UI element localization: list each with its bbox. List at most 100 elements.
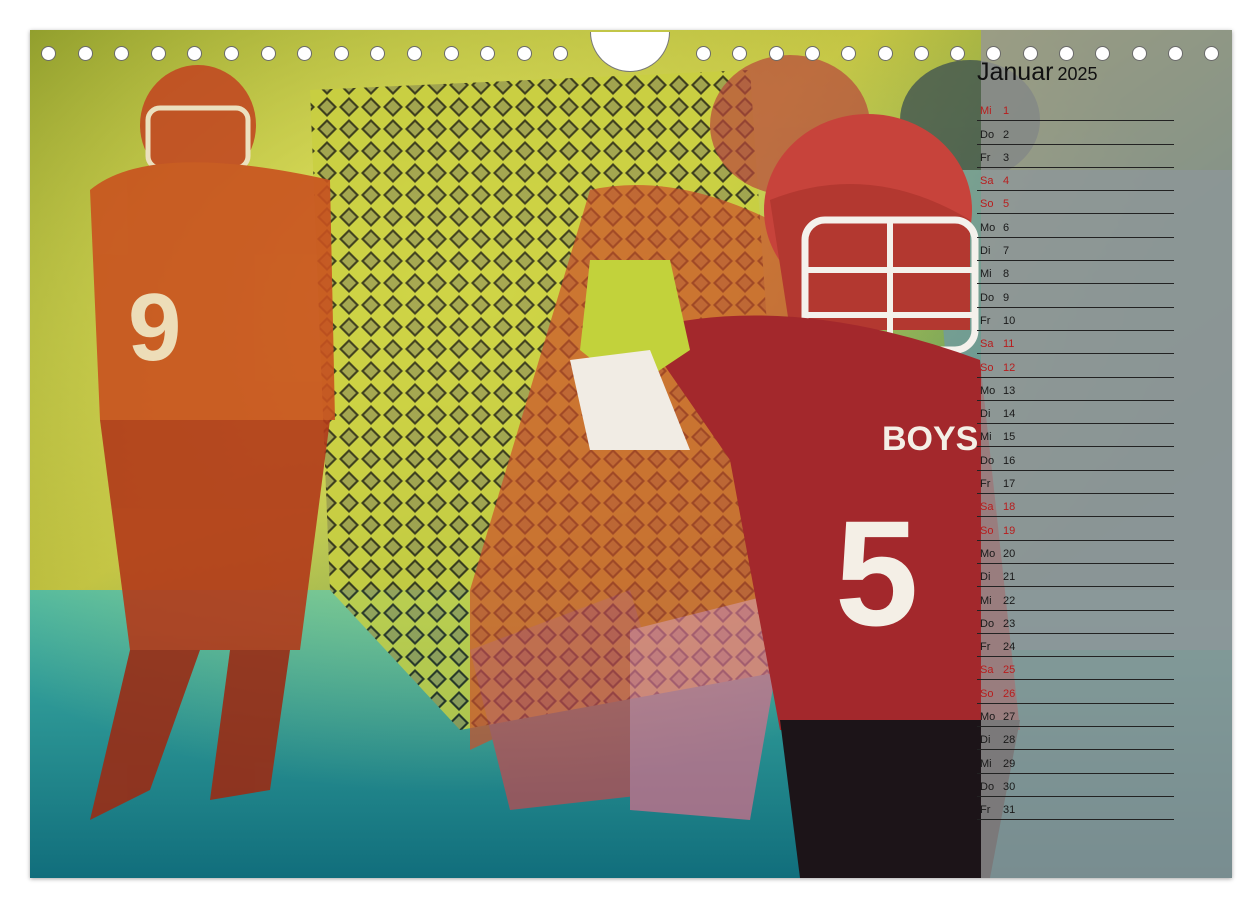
day-of-week: Fr bbox=[980, 314, 991, 327]
day-row: Do 23 bbox=[977, 611, 1174, 634]
day-number: 12 bbox=[1003, 361, 1016, 374]
day-row: Sa 4 bbox=[977, 168, 1174, 192]
day-row: Di 28 bbox=[977, 727, 1174, 751]
day-number: 20 bbox=[1003, 547, 1016, 560]
day-row: Mi 1 bbox=[977, 98, 1174, 122]
day-row: So 12 bbox=[977, 354, 1174, 378]
day-of-week: Mo bbox=[980, 384, 996, 397]
month-name: Januar bbox=[977, 58, 1054, 86]
day-of-week: So bbox=[980, 361, 994, 374]
day-row: Fr 31 bbox=[977, 797, 1174, 821]
day-number: 11 bbox=[1003, 338, 1015, 351]
day-number: 19 bbox=[1003, 524, 1016, 537]
day-number: 28 bbox=[1003, 734, 1016, 747]
day-number: 7 bbox=[1003, 245, 1010, 258]
month-year: 2025 bbox=[1057, 64, 1098, 84]
day-row: Sa 25 bbox=[977, 657, 1174, 681]
day-number: 31 bbox=[1003, 804, 1016, 817]
day-row: Fr 10 bbox=[977, 308, 1174, 331]
day-row: So 26 bbox=[977, 680, 1174, 704]
day-row: Mi 22 bbox=[977, 587, 1174, 611]
day-number: 17 bbox=[1003, 478, 1016, 491]
day-list: Mi 1 Do 2 Fr 3 Sa 4 So 5 Mo 6 Di 7 Mi 8 Do 9 Fr 10 Sa 11 So 12 M… bbox=[977, 98, 1174, 821]
day-number: 25 bbox=[1003, 664, 1016, 677]
day-row: Mo 27 bbox=[977, 704, 1174, 728]
day-of-week: So bbox=[980, 198, 994, 211]
day-row: Fr 24 bbox=[977, 634, 1174, 658]
day-number: 5 bbox=[1003, 198, 1010, 211]
day-number: 30 bbox=[1003, 780, 1016, 793]
day-row: Mi 29 bbox=[977, 750, 1174, 774]
day-number: 21 bbox=[1003, 571, 1016, 584]
day-of-week: Di bbox=[980, 408, 991, 421]
day-row: Mo 6 bbox=[977, 214, 1174, 238]
day-of-week: Sa bbox=[980, 664, 994, 677]
day-of-week: Mi bbox=[980, 105, 992, 118]
day-row: Do 9 bbox=[977, 284, 1174, 308]
svg-text:BOYS: BOYS bbox=[882, 420, 978, 458]
day-row: Do 30 bbox=[977, 774, 1174, 797]
day-row: Fr 17 bbox=[977, 471, 1174, 495]
day-of-week: Mo bbox=[980, 547, 996, 560]
day-number: 18 bbox=[1003, 501, 1016, 514]
day-of-week: Mi bbox=[980, 268, 992, 281]
day-number: 16 bbox=[1003, 454, 1016, 467]
day-of-week: Fr bbox=[980, 478, 991, 491]
day-of-week: Do bbox=[980, 780, 995, 793]
day-row: Mo 20 bbox=[977, 541, 1174, 564]
day-row: Di 7 bbox=[977, 238, 1174, 262]
day-of-week: Do bbox=[980, 617, 995, 630]
day-of-week: Fr bbox=[980, 641, 991, 654]
month-title: Januar 2025 bbox=[977, 58, 1098, 87]
day-number: 23 bbox=[1003, 617, 1016, 630]
day-row: Do 2 bbox=[977, 121, 1174, 145]
day-number: 14 bbox=[1003, 408, 1016, 421]
day-number: 29 bbox=[1003, 757, 1016, 770]
day-number: 4 bbox=[1003, 175, 1010, 188]
day-of-week: So bbox=[980, 687, 994, 700]
day-row: Fr 3 bbox=[977, 145, 1174, 168]
day-row: Sa 11 bbox=[977, 331, 1174, 355]
day-of-week: Di bbox=[980, 734, 991, 747]
day-number: 27 bbox=[1003, 711, 1016, 724]
day-of-week: Fr bbox=[980, 804, 991, 817]
day-number: 8 bbox=[1003, 268, 1010, 281]
day-of-week: Mi bbox=[980, 431, 992, 444]
day-of-week: Sa bbox=[980, 175, 994, 188]
day-of-week: Mi bbox=[980, 594, 992, 607]
day-number: 13 bbox=[1003, 384, 1016, 397]
day-number: 9 bbox=[1003, 291, 1010, 304]
day-number: 26 bbox=[1003, 687, 1016, 700]
day-number: 22 bbox=[1003, 594, 1016, 607]
day-row: Mi 15 bbox=[977, 424, 1174, 448]
day-of-week: Mo bbox=[980, 711, 996, 724]
day-of-week: Sa bbox=[980, 501, 994, 514]
day-of-week: So bbox=[980, 524, 994, 537]
day-number: 10 bbox=[1003, 314, 1016, 327]
day-number: 15 bbox=[1003, 431, 1016, 444]
day-of-week: Di bbox=[980, 571, 991, 584]
day-number: 6 bbox=[1003, 221, 1010, 234]
day-of-week: Mo bbox=[980, 221, 996, 234]
day-row: Di 21 bbox=[977, 564, 1174, 588]
day-number: 24 bbox=[1003, 641, 1016, 654]
day-number: 2 bbox=[1003, 128, 1010, 141]
day-of-week: Fr bbox=[980, 151, 991, 164]
day-of-week: Di bbox=[980, 245, 991, 258]
day-row: Di 14 bbox=[977, 401, 1174, 425]
day-of-week: Sa bbox=[980, 338, 994, 351]
day-number: 3 bbox=[1003, 151, 1010, 164]
day-row: Sa 18 bbox=[977, 494, 1174, 518]
day-of-week: Mi bbox=[980, 757, 992, 770]
day-row: So 5 bbox=[977, 191, 1174, 215]
svg-text:9: 9 bbox=[128, 274, 181, 381]
day-of-week: Do bbox=[980, 291, 995, 304]
day-row: Mi 8 bbox=[977, 261, 1174, 285]
day-row: So 19 bbox=[977, 517, 1174, 541]
day-row: Do 16 bbox=[977, 447, 1174, 471]
day-of-week: Do bbox=[980, 128, 995, 141]
day-row: Mo 13 bbox=[977, 378, 1174, 401]
svg-text:5: 5 bbox=[835, 489, 918, 657]
day-number: 1 bbox=[1003, 105, 1010, 118]
day-of-week: Do bbox=[980, 454, 995, 467]
